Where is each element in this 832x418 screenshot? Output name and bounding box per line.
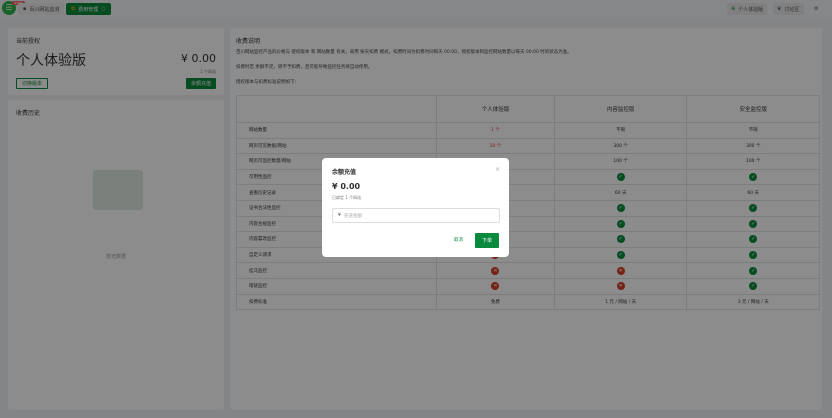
currency-prefix: ¥ [338,213,341,218]
modal-balance: ¥ 0.00 [332,182,361,191]
amount-input[interactable]: ¥ 充值金额 [332,208,500,223]
amount-placeholder: 充值金额 [343,213,362,219]
modal-title: 余额充值 [332,169,357,176]
modal-note: 已绑定 1 个网站 [332,195,362,200]
cancel-button[interactable]: 取消 [454,237,463,243]
close-icon[interactable]: × [495,166,500,173]
recharge-modal: 余额充值 × ¥ 0.00 已绑定 1 个网站 ¥ 充值金额 取消 下单 [322,158,509,257]
confirm-order-button[interactable]: 下单 [475,233,500,248]
